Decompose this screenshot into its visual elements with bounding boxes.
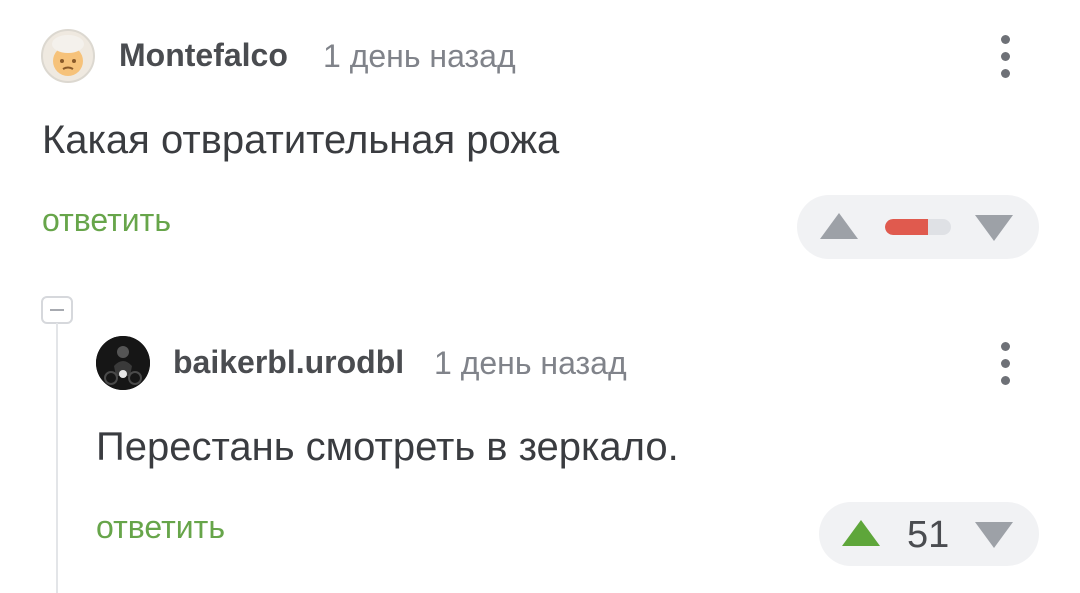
comments-section: Montefalco 1 день назад Какая отвратител… xyxy=(0,0,1080,593)
rating-score: 51 xyxy=(907,514,950,556)
comment-author[interactable]: Montefalco xyxy=(119,37,288,74)
avatar-face-icon xyxy=(52,35,84,76)
upvote-triangle-icon xyxy=(820,213,858,239)
avatar[interactable] xyxy=(96,336,150,390)
downvote-button[interactable] xyxy=(974,514,1014,554)
reply-button[interactable]: ответить xyxy=(42,202,171,239)
comment-timestamp: 1 день назад xyxy=(434,345,627,381)
comment: Montefalco 1 день назад Какая отвратител… xyxy=(0,0,1080,280)
rating-bar xyxy=(885,219,951,235)
downvote-button[interactable] xyxy=(974,207,1014,247)
avatar[interactable] xyxy=(41,29,95,83)
reply-comment: baikerbl.urodbl 1 день назад Перестань с… xyxy=(0,280,1080,593)
comment-text: Какая отвратительная рожа xyxy=(42,118,560,162)
avatar-biker-icon xyxy=(96,336,150,390)
rating-widget: 51 xyxy=(819,502,1039,566)
more-vertical-icon[interactable] xyxy=(995,340,1015,388)
upvote-button[interactable] xyxy=(819,207,859,247)
comment-timestamp: 1 день назад xyxy=(323,38,516,74)
rating-widget xyxy=(797,195,1039,259)
downvote-triangle-icon xyxy=(975,215,1013,241)
reply-button[interactable]: ответить xyxy=(96,509,225,546)
upvote-triangle-icon xyxy=(842,520,880,546)
rating-bar-fill xyxy=(885,219,928,235)
more-vertical-icon[interactable] xyxy=(995,33,1015,81)
upvote-button[interactable] xyxy=(841,514,881,554)
comment-text: Перестань смотреть в зеркало. xyxy=(96,425,679,469)
downvote-triangle-icon xyxy=(975,522,1013,548)
comment-author[interactable]: baikerbl.urodbl xyxy=(173,344,404,381)
